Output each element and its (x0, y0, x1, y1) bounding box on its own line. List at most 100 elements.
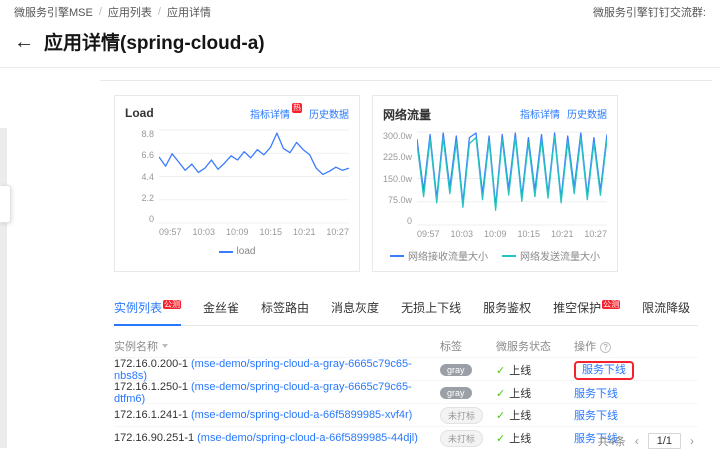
status-label: 上线 (509, 433, 532, 445)
status-cell: ✓ 上线 (496, 385, 574, 401)
network-chart-plot (416, 131, 608, 226)
mse-console-screen: 微服务引擎MSE / 应用列表 / 应用详情 微服务引擎钉钉交流群: ← 应用详… (0, 0, 720, 451)
load-chart-plot (158, 129, 350, 224)
tab-label: 实例列表 (114, 301, 163, 315)
total-count: 共4条 (597, 436, 626, 448)
instance-name-cell: 172.16.1.241-1 (mse-demo/spring-cloud-a-6… (114, 409, 440, 421)
hot-badge: 热 (292, 103, 302, 113)
y-tick: 75.0w (387, 194, 412, 205)
check-icon: ✓ (496, 365, 506, 377)
legend-swatch-teal (502, 254, 516, 257)
status-cell: ✓ 上线 (496, 407, 574, 423)
breadcrumb-separator: / (98, 6, 102, 18)
help-icon[interactable]: ? (600, 341, 611, 353)
header-label: 操作 (574, 340, 596, 353)
breadcrumb: 微服务引擎MSE / 应用列表 / 应用详情 (14, 4, 211, 20)
pagination: 共4条 ‹ 1/1 › (598, 433, 694, 449)
prev-page-icon[interactable]: ‹ (635, 434, 639, 448)
legend-item-rx[interactable]: 网络接收流量大小 (390, 248, 488, 263)
legend-label: 网络发送流量大小 (520, 252, 600, 263)
network-x-axis: 09:57 10:03 10:09 10:15 10:21 10:27 (417, 229, 607, 239)
x-tick: 10:27 (326, 227, 349, 237)
network-history-link[interactable]: 历史数据 (567, 106, 607, 121)
status-label: 上线 (509, 388, 532, 400)
service-offline-link[interactable]: 服务下线 (582, 364, 626, 376)
x-tick: 10:03 (450, 229, 474, 239)
network-chart-legend: 网络接收流量大小 网络发送流量大小 (383, 248, 607, 263)
instance-table: 实例名称 标签 微服务状态 操作? 172.16.0.200-1 (mse-dem… (114, 334, 698, 449)
y-tick: 0 (406, 216, 412, 226)
network-chart-card: 网络流量 指标详情 历史数据 300.0w 225.0w 150.0w 75.0… (372, 95, 618, 272)
legend-item-load[interactable]: load (218, 246, 255, 257)
collapsed-panel-strip (0, 128, 7, 448)
action-cell: 服务下线 (574, 385, 698, 401)
tag-badge: gray (440, 387, 472, 399)
y-tick: 300.0w (382, 131, 412, 141)
load-history-link[interactable]: 历史数据 (309, 106, 349, 121)
tab-instance-list[interactable]: 实例列表 公测 (114, 294, 182, 326)
tag-badge: 未打标 (440, 429, 484, 447)
network-metric-detail-link[interactable]: 指标详情 (520, 106, 560, 121)
back-arrow-icon[interactable]: ← (14, 32, 34, 52)
instance-ip: 172.16.0.200-1 (114, 358, 189, 370)
legend-swatch-blue (218, 250, 233, 253)
service-offline-link[interactable]: 服务下线 (574, 410, 618, 422)
tab-label: 推空保护 (553, 301, 602, 315)
tab-rate-limit-degrade[interactable]: 限流降级 (642, 294, 690, 325)
x-tick: 09:57 (417, 229, 440, 239)
filter-icon[interactable] (162, 343, 168, 351)
beta-badge: 公测 (602, 300, 621, 309)
check-icon: ✓ (496, 388, 506, 400)
y-tick: 4.4 (141, 171, 154, 182)
tab-label: 服务鉴权 (483, 301, 532, 315)
page-title: 应用详情(spring-cloud-a) (44, 33, 265, 54)
main-content: Load 指标详情 热 历史数据 8.8 6.6 4.4 2.2 0 09:57… (100, 80, 712, 451)
breadcrumb-item-app-list[interactable]: 应用列表 (108, 4, 152, 20)
status-label: 上线 (509, 410, 532, 422)
tab-message-gray[interactable]: 消息灰度 (331, 294, 379, 325)
y-tick: 8.8 (141, 129, 154, 139)
action-cell: 服务下线 (574, 360, 698, 380)
x-tick: 10:03 (192, 227, 216, 237)
tab-label: 消息灰度 (331, 301, 380, 315)
network-y-axis: 300.0w 225.0w 150.0w 75.0w 0 (383, 131, 417, 226)
load-chart-title: Load (125, 106, 154, 120)
instance-ip: 172.16.1.241-1 (114, 409, 189, 421)
x-tick: 10:09 (483, 229, 507, 239)
status-cell: ✓ 上线 (496, 362, 574, 378)
dingtalk-group-link[interactable]: 微服务引擎钉钉交流群: (593, 4, 706, 20)
load-metric-detail-link[interactable]: 指标详情 (250, 106, 290, 121)
next-page-icon[interactable]: › (690, 434, 694, 448)
y-tick: 0 (148, 214, 154, 224)
tab-tag-routing[interactable]: 标签路由 (261, 294, 309, 325)
legend-swatch-blue (390, 254, 404, 257)
tag-cell: gray (440, 364, 496, 376)
breadcrumb-item-mse[interactable]: 微服务引擎MSE (14, 4, 93, 20)
beta-badge: 公测 (163, 300, 182, 309)
check-icon: ✓ (496, 433, 506, 445)
pod-link[interactable]: (mse-demo/spring-cloud-a-66f5899985-44dj… (197, 432, 418, 444)
tag-badge: 未打标 (440, 406, 484, 424)
tab-label: 标签路由 (261, 301, 310, 315)
pod-link[interactable]: (mse-demo/spring-cloud-a-66f5899985-xvf4… (191, 409, 412, 421)
tab-label: 金丝雀 (203, 301, 240, 315)
panel-expand-handle[interactable] (0, 185, 11, 223)
header-status: 微服务状态 (496, 340, 551, 353)
tab-graceful-online-offline[interactable]: 无损上下线 (401, 294, 461, 325)
service-offline-link[interactable]: 服务下线 (574, 388, 618, 400)
legend-item-tx[interactable]: 网络发送流量大小 (502, 248, 600, 263)
charts-row: Load 指标详情 热 历史数据 8.8 6.6 4.4 2.2 0 09:57… (114, 95, 698, 272)
instance-ip: 172.16.90.251-1 (114, 432, 195, 444)
table-header-row: 实例名称 标签 微服务状态 操作? (114, 334, 698, 357)
tab-empty-push-protection[interactable]: 推空保护 公测 (553, 294, 621, 325)
x-tick: 10:15 (517, 229, 540, 239)
load-chart-card: Load 指标详情 热 历史数据 8.8 6.6 4.4 2.2 0 09:57… (114, 95, 360, 272)
tab-service-auth[interactable]: 服务鉴权 (483, 294, 531, 325)
title-bar: ← 应用详情(spring-cloud-a) (0, 24, 720, 68)
x-tick: 10:15 (259, 227, 282, 237)
table-row: 172.16.0.200-1 (mse-demo/spring-cloud-a-g… (114, 357, 698, 382)
x-tick: 10:09 (225, 227, 249, 237)
current-page-indicator: 1/1 (647, 433, 681, 449)
tab-canary[interactable]: 金丝雀 (203, 294, 239, 325)
load-chart-legend: load (125, 246, 349, 257)
